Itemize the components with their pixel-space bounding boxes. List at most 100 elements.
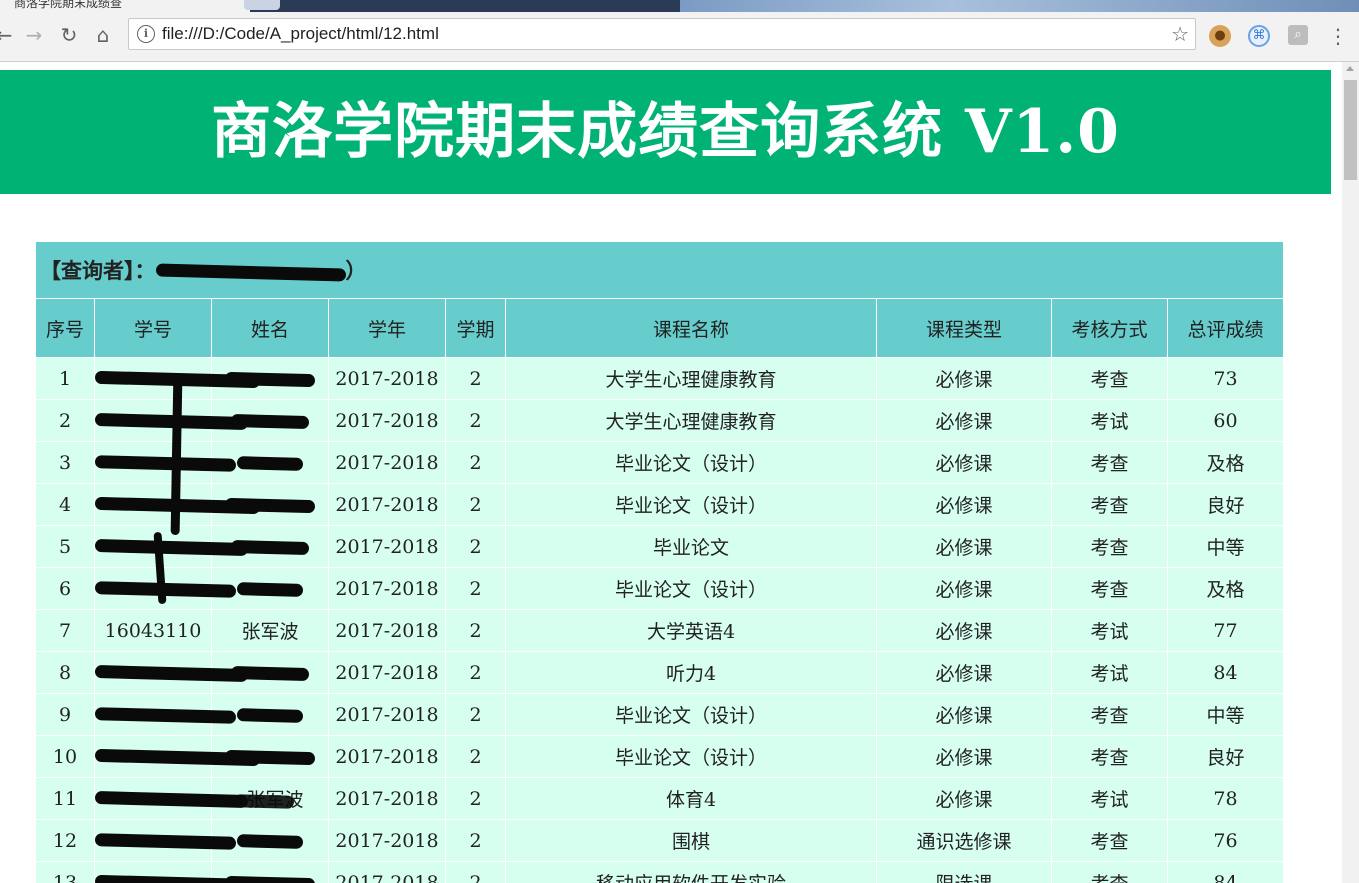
cell-score-text: 76 (1213, 829, 1238, 852)
vertical-scrollbar[interactable] (1342, 62, 1359, 883)
cell-exam-text: 考查 (1090, 705, 1129, 727)
cell-year-text: 2017-2018 (335, 409, 439, 432)
cell-score: 73 (1166, 357, 1285, 400)
search-extension-icon[interactable]: ⌕ (1288, 25, 1308, 45)
redaction-mark (224, 749, 316, 766)
cell-no: 7 (35, 609, 95, 652)
cell-no-text: 8 (58, 661, 72, 684)
cell-course: 毕业论文（设计） (505, 735, 877, 778)
cell-course-text: 毕业论文（设计） (614, 579, 767, 601)
cell-score: 77 (1166, 609, 1285, 652)
cell-course-text: 大学英语4 (646, 621, 736, 643)
address-bar[interactable]: i file:///D:/Code/A_project/html/12.html… (128, 18, 1196, 50)
cell-course-text: 毕业论文（设计） (614, 495, 767, 517)
forward-button[interactable]: → (20, 21, 48, 49)
cell-exam-text: 考查 (1090, 537, 1129, 559)
cell-course: 体育4 (505, 777, 877, 820)
table-row: 1 2017-2018 2 大学生心理健康教育 必修课 考查 73 (35, 357, 1285, 400)
cell-term-text: 2 (469, 409, 482, 432)
cell-exam: 考试 (1051, 651, 1168, 694)
menu-icon[interactable]: ⋮ (1327, 25, 1349, 47)
cell-type: 必修课 (876, 441, 1052, 484)
cell-year: 2017-2018 (328, 525, 446, 568)
cell-sid: 16043110 (94, 609, 212, 652)
cell-course-text: 毕业论文 (652, 537, 729, 559)
cell-exam-text: 考查 (1090, 831, 1129, 853)
cell-no: 6 (35, 567, 95, 610)
redaction-mark (94, 833, 237, 850)
cell-exam: 考查 (1051, 693, 1168, 736)
redaction-mark (94, 664, 249, 683)
url-text[interactable]: file:///D:/Code/A_project/html/12.html (162, 24, 439, 44)
cell-sid (94, 357, 261, 400)
cell-no-text: 9 (58, 703, 72, 726)
cell-course-text: 大学生心理健康教育 (605, 411, 777, 433)
cell-score-text: 中等 (1206, 705, 1245, 727)
cell-score-text: 84 (1213, 871, 1238, 883)
cell-term: 2 (445, 651, 506, 694)
table-row: 5 2017-2018 2 毕业论文 必修课 考查 中等 (35, 525, 1285, 568)
scroll-up-icon[interactable] (1346, 66, 1354, 71)
cell-score-text: 及格 (1206, 453, 1245, 475)
cell-sid (94, 525, 249, 568)
cell-year: 2017-2018 (328, 861, 446, 883)
cell-course-text: 大学生心理健康教育 (605, 369, 777, 391)
page-title: 商洛学院期末成绩查询系统 V1.0 (211, 97, 1120, 167)
cell-type-text: 必修课 (935, 789, 993, 811)
info-icon[interactable]: i (137, 25, 155, 43)
cell-score: 76 (1166, 819, 1285, 862)
cell-no-text: 4 (58, 493, 72, 516)
page-viewport: 商洛学院期末成绩查询系统 V1.0 【查询者】： ） 序号 学号 姓名 学年 学期 课程名称… (0, 62, 1342, 883)
table-header: 序号 学号 姓名 学年 学期 课程名称 课程类型 考核方式 总评成绩 (35, 298, 1285, 358)
cell-year: 2017-2018 (328, 399, 446, 442)
cell-score-text: 78 (1213, 787, 1238, 810)
home-button[interactable]: ⌂ (89, 21, 117, 49)
cell-term-text: 2 (469, 703, 482, 726)
column-header: 序号 (35, 298, 95, 358)
column-header: 总评成绩 (1166, 298, 1285, 358)
column-header: 课程类型 (876, 298, 1052, 358)
cell-no: 2 (35, 399, 95, 442)
cell-term: 2 (445, 777, 506, 820)
scrollbar-thumb[interactable] (1344, 80, 1357, 180)
arrow-left-icon: ← (0, 23, 13, 47)
cookie-icon[interactable]: ● (1209, 25, 1231, 47)
cell-term: 2 (445, 525, 506, 568)
back-button[interactable]: ← (0, 21, 18, 49)
cell-score-text: 84 (1213, 661, 1238, 684)
extension-icon[interactable]: ⌘ (1248, 25, 1270, 47)
cell-term-text: 2 (469, 577, 482, 600)
cell-type: 限选课 (876, 861, 1052, 883)
browser-tab[interactable]: 商洛学院期末成绩查 (0, 0, 250, 12)
cell-no: 12 (35, 819, 95, 862)
reload-button[interactable]: ↻ (55, 21, 83, 49)
cell-course-text: 听力4 (665, 663, 717, 685)
cell-type: 通识选修课 (876, 819, 1052, 862)
cell-course: 听力4 (505, 651, 877, 694)
cell-year: 2017-2018 (328, 735, 446, 778)
cell-score-text: 良好 (1206, 747, 1245, 769)
querier-row: 【查询者】： ） (34, 241, 1285, 299)
redaction-mark (155, 263, 346, 282)
cell-course: 大学生心理健康教育 (505, 357, 877, 400)
cell-no: 10 (35, 735, 95, 778)
cell-sid (94, 693, 237, 736)
reload-icon: ↻ (60, 23, 78, 47)
cell-score: 78 (1166, 777, 1285, 820)
cell-exam-text: 考查 (1090, 579, 1129, 601)
redaction-mark (233, 793, 294, 809)
redaction-mark (230, 413, 310, 430)
redaction-mark (236, 834, 304, 849)
cell-term: 2 (445, 819, 506, 862)
new-tab-button[interactable] (244, 0, 280, 10)
table-body: 1 2017-2018 2 大学生心理健康教育 必修课 考查 73 2 2017-2018 2 大学… (35, 357, 1285, 883)
cell-sid (94, 777, 249, 820)
cell-sid (94, 819, 237, 862)
querier-suffix: ） (345, 258, 367, 283)
cell-exam: 考查 (1051, 735, 1168, 778)
browser-toolbar: ← → ↻ ⌂ i file:///D:/Code/A_project/html… (0, 12, 1359, 62)
cell-type: 必修课 (876, 357, 1052, 400)
star-icon[interactable]: ☆ (1171, 22, 1189, 46)
cell-course-text: 毕业论文（设计） (614, 705, 767, 727)
redaction-mark (230, 665, 310, 682)
